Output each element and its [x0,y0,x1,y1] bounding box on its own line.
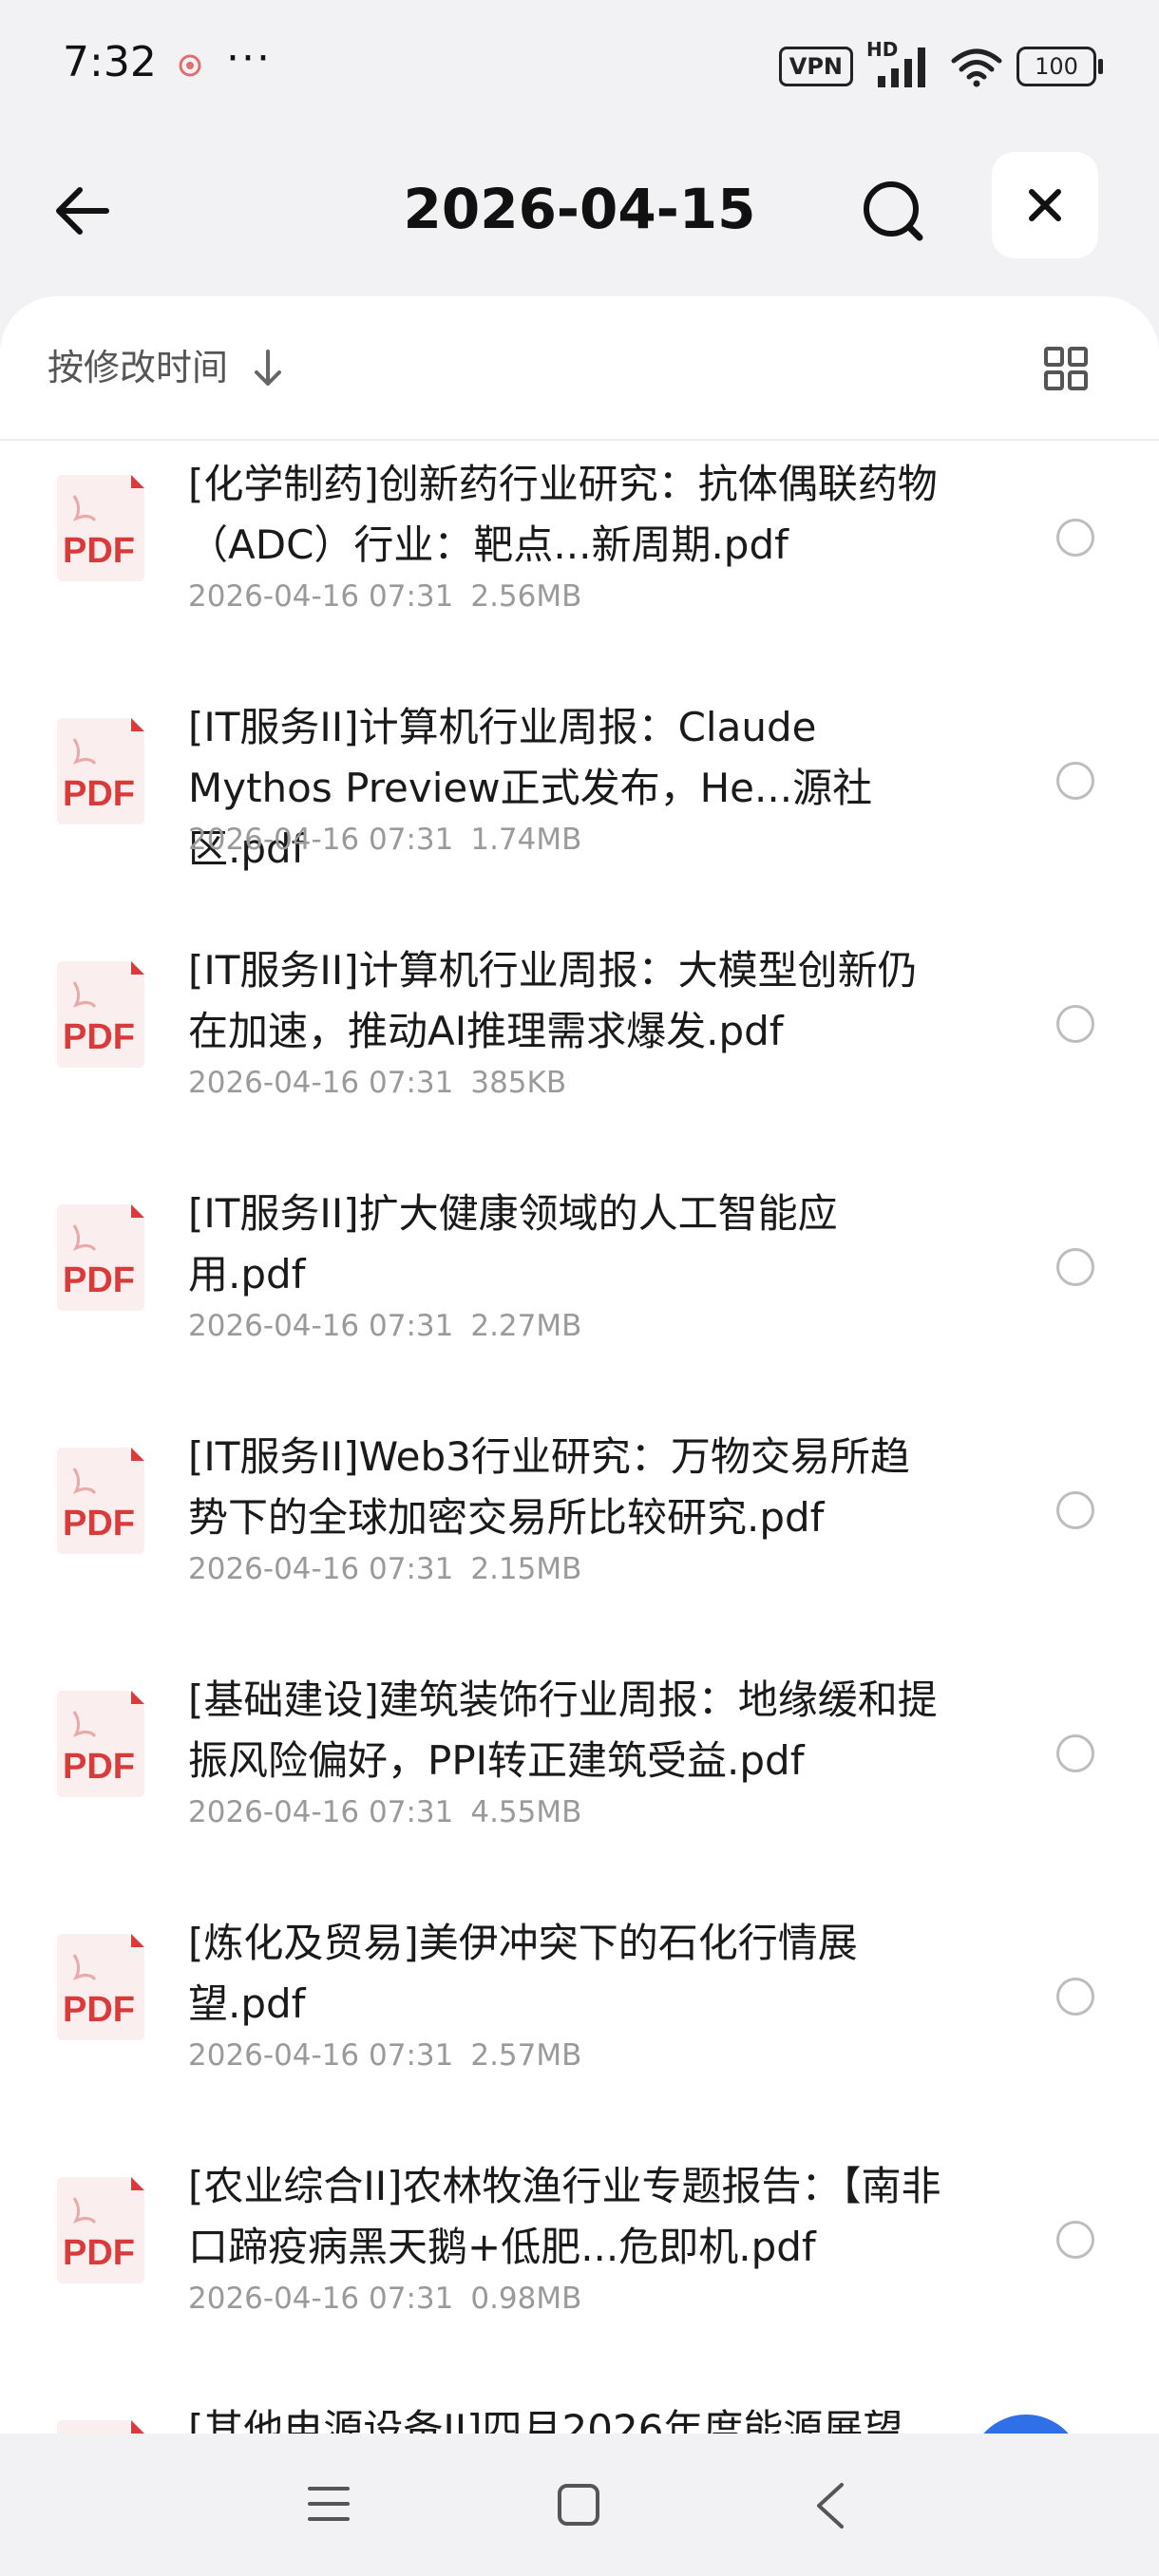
file-date: 2026-04-16 07:31 [188,1552,454,1586]
status-time: 7:32 [63,38,157,86]
vpn-badge: VPN [778,47,853,86]
file-meta: 2026-04-16 07:31 2.15MB [188,1550,598,1588]
pdf-file-icon: PDF [57,1448,144,1554]
file-name: [化学制药]创新药行业研究：抗体偶联药物（ADC）行业：靶点...新周期.pdf [188,461,938,568]
pdf-icon-label: PDF [63,1260,135,1300]
file-list-item[interactable]: PDF [化学制药]创新药行业研究：抗体偶联药物（ADC）行业：靶点...新周期.… [0,441,1159,684]
select-radio[interactable] [1056,1491,1094,1529]
file-list-item[interactable]: PDF [IT服务II]计算机行业周报：Claude Mythos Preview… [0,684,1159,927]
file-name: [IT服务II]计算机行业周报：大模型创新仍在加速，推动AI推理需求爆发.pdf [188,947,918,1054]
file-list-item[interactable]: PDF [炼化及贸易]美伊冲突下的石化行情展望.pdf 2026-04-16 07:… [0,1900,1159,2143]
menu-icon[interactable] [306,2483,352,2525]
wifi-icon [951,48,1002,87]
select-radio[interactable] [1056,1734,1094,1772]
system-navigation-bar [0,2434,1159,2576]
select-radio[interactable] [1056,1005,1094,1043]
select-radio[interactable] [1056,762,1094,800]
search-icon [864,181,923,241]
file-meta: 2026-04-16 07:31 1.74MB [188,821,598,859]
file-size: 385KB [470,1066,567,1100]
sort-toolbar: 按修改时间 [0,296,1159,441]
file-name: [炼化及贸易]美伊冲突下的石化行情展望.pdf [188,1920,858,2027]
file-meta: 2026-04-16 07:31 2.27MB [188,1307,598,1345]
close-icon [1029,189,1061,221]
battery-indicator: 100 [1016,47,1103,86]
sort-by-modified-button[interactable]: 按修改时间 [48,344,228,391]
file-size: 2.15MB [470,1552,582,1586]
file-meta: 2026-04-16 07:31 0.98MB [188,2280,598,2318]
file-date: 2026-04-16 07:31 [188,2038,454,2073]
close-button[interactable] [992,152,1098,258]
cellular-signal-icon: HD [866,38,937,89]
pdf-icon-label: PDF [63,1747,135,1787]
file-meta: 2026-04-16 07:31 2.57MB [188,2036,598,2074]
file-list-item[interactable]: PDF [IT服务II]Web3行业研究：万物交易所趋势下的全球加密交易所比较研究… [0,1413,1159,1657]
file-list-item[interactable]: PDF [IT服务II]计算机行业周报：大模型创新仍在加速，推动AI推理需求爆发.… [0,927,1159,1170]
arrow-left-icon [56,187,109,235]
top-app-bar: 2026-04-15 [0,133,1159,275]
pdf-file-icon: PDF [57,961,144,1068]
file-list-item[interactable]: PDF [农业综合II]农林牧渔行业专题报告：【南非口蹄疫病黑天鹅+低肥...危即… [0,2143,1159,2386]
pdf-file-icon: PDF [57,1691,144,1797]
select-radio[interactable] [1056,519,1094,557]
pdf-icon-label: PDF [63,1990,135,2030]
search-button[interactable] [855,171,935,251]
pdf-icon-label: PDF [63,531,135,571]
app-notification-icon [179,54,201,77]
pdf-file-icon: PDF [57,2177,144,2283]
pdf-icon-label: PDF [63,1504,135,1544]
pdf-file-icon: PDF [57,475,144,581]
file-date: 2026-04-16 07:31 [188,579,454,614]
pdf-icon-label: PDF [63,774,135,814]
file-size: 4.55MB [470,1795,582,1829]
file-name: [农业综合II]农林牧渔行业专题报告：【南非口蹄疫病黑天鹅+低肥...危即机.p… [188,2163,941,2270]
back-icon[interactable] [813,2481,847,2530]
file-size: 1.74MB [470,823,582,857]
status-indicators: VPN HD 100 [778,38,1103,89]
status-bar: 7:32 ··· VPN HD 100 [0,0,1159,133]
file-list-panel: 按修改时间 PDF [化学制药]创新药行业研究：抗体偶联药物（ADC）行业：靶点.… [0,296,1159,2443]
file-name: [基础建设]建筑装饰行业周报：地缘缓和提振风险偏好，PPI转正建筑受益.pdf [188,1676,938,1784]
page-title: 2026-04-15 [403,177,756,241]
file-name: [IT服务II]Web3行业研究：万物交易所趋势下的全球加密交易所比较研究.pd… [188,1433,910,1541]
file-size: 2.57MB [470,2038,582,2073]
file-date: 2026-04-16 07:31 [188,823,454,857]
file-size: 2.56MB [470,579,582,614]
pdf-file-icon: PDF [57,1204,144,1311]
pdf-file-icon: PDF [57,1934,144,2040]
pdf-icon-label: PDF [63,2233,135,2273]
back-button[interactable] [48,171,124,247]
file-date: 2026-04-16 07:31 [188,1795,454,1829]
file-size: 0.98MB [470,2282,582,2316]
select-radio[interactable] [1056,2221,1094,2259]
arrow-down-icon[interactable] [249,348,287,389]
status-more-icon: ··· [226,34,272,83]
file-list: PDF [化学制药]创新药行业研究：抗体偶联药物（ADC）行业：靶点...新周期.… [0,441,1159,2443]
file-list-item[interactable]: PDF [IT服务II]扩大健康领域的人工智能应用.pdf 2026-04-16 0… [0,1170,1159,1413]
file-date: 2026-04-16 07:31 [188,1309,454,1343]
grid-view-icon[interactable] [1043,346,1089,391]
file-meta: 2026-04-16 07:31 385KB [188,1064,583,1102]
select-radio[interactable] [1056,1248,1094,1286]
file-meta: 2026-04-16 07:31 4.55MB [188,1793,598,1831]
file-date: 2026-04-16 07:31 [188,1066,454,1100]
select-radio[interactable] [1056,1978,1094,2016]
file-name: [IT服务II]扩大健康领域的人工智能应用.pdf [188,1190,838,1297]
home-icon[interactable] [557,2483,600,2527]
file-size: 2.27MB [470,1309,582,1343]
file-meta: 2026-04-16 07:31 2.56MB [188,578,598,616]
pdf-icon-label: PDF [63,1017,135,1057]
file-date: 2026-04-16 07:31 [188,2282,454,2316]
pdf-file-icon: PDF [57,718,144,824]
file-list-item[interactable]: PDF [基础建设]建筑装饰行业周报：地缘缓和提振风险偏好，PPI转正建筑受益.p… [0,1657,1159,1900]
